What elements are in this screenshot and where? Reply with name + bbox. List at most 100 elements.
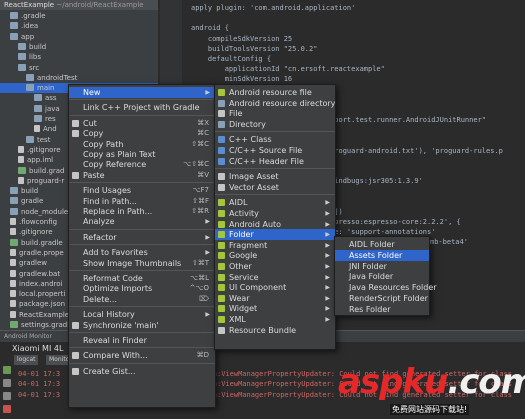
camera-icon[interactable]	[3, 379, 11, 387]
menu-item-label: Show Image Thumbnails	[83, 258, 182, 268]
device-name: Xiaomi MI 4L	[12, 344, 64, 353]
menu-separator	[215, 131, 335, 133]
project-path: ~/android/ReactExample	[56, 1, 144, 9]
folder-icon	[26, 73, 34, 81]
new-android-resource-file[interactable]: Android resource file	[215, 87, 335, 98]
new-aidl[interactable]: AIDL ▶	[215, 197, 335, 208]
new-file[interactable]: File	[215, 108, 335, 119]
ctx-new[interactable]: New ▶	[69, 87, 215, 98]
ctx-replace-in-path[interactable]: Replace in Path... ⇧⌘R	[69, 206, 215, 217]
submenu-arrow-icon: ▶	[325, 316, 330, 323]
new-other[interactable]: Other ▶	[215, 261, 335, 272]
ctx-copy-path[interactable]: Copy Path ⇧⌘C	[69, 139, 215, 150]
ctx-reformat-code[interactable]: Reformat Code ⌥⌘L	[69, 273, 215, 284]
tree-item[interactable]: app	[0, 32, 158, 42]
new-ui-component[interactable]: UI Component ▶	[215, 282, 335, 293]
new-c-c++-header-file[interactable]: C/C++ Header File	[215, 156, 335, 167]
ctx-copy-as-plain-text[interactable]: Copy as Plain Text	[69, 149, 215, 160]
menu-item-label: Paste	[83, 170, 105, 180]
tree-item[interactable]: .idea	[0, 21, 158, 31]
folder-renderscript-folder[interactable]: RenderScript Folder	[335, 293, 429, 304]
tree-item-label: package.json	[19, 300, 66, 309]
new-google[interactable]: Google ▶	[215, 250, 335, 261]
new-c++-class[interactable]: C++ Class	[215, 134, 335, 145]
tree-item[interactable]: .gradle	[0, 11, 158, 21]
menu-separator	[69, 362, 215, 364]
watermark-tagline: 免费网站源码下载站!	[390, 404, 470, 415]
record-icon[interactable]	[3, 392, 11, 400]
ctx-find-in-path[interactable]: Find in Path... ⇧⌘F	[69, 196, 215, 207]
menu-item-label: Link C++ Project with Gradle	[83, 103, 200, 113]
folder-aidl-folder[interactable]: AIDL Folder	[335, 239, 429, 250]
stop-icon[interactable]	[3, 405, 11, 413]
new-wear[interactable]: Wear ▶	[215, 293, 335, 304]
ctx-add-to-favorites[interactable]: Add to Favorites ▶	[69, 247, 215, 258]
cpp-file-icon	[218, 157, 225, 165]
ctx-show-image-thumbnails[interactable]: Show Image Thumbnails ⇧⌘T	[69, 258, 215, 269]
tree-item[interactable]: src	[0, 63, 158, 73]
menu-item-label: AIDL	[229, 198, 248, 208]
tree-item-label: gradlew	[19, 259, 48, 268]
tree-item[interactable]: build	[0, 42, 158, 52]
submenu-arrow-icon: ▶	[325, 220, 330, 228]
new-image-asset[interactable]: Image Asset	[215, 171, 335, 182]
code-line: apply plugin: 'com.android.application'	[191, 4, 356, 12]
ctx-delete[interactable]: Delete... ⌦	[69, 294, 215, 305]
ctx-paste[interactable]: Paste ⌘V	[69, 170, 215, 181]
menu-item-label: Add to Favorites	[83, 248, 148, 258]
new-resource-bundle[interactable]: Resource Bundle	[215, 325, 335, 336]
new-android-resource-directory[interactable]: Android resource directory	[215, 98, 335, 109]
menu-item-label: C++ Class	[229, 135, 272, 145]
tree-item-label: index.androi	[19, 279, 63, 288]
tree-item[interactable]: libs	[0, 52, 158, 62]
ctx-copy[interactable]: Copy ⌘C	[69, 128, 215, 139]
tree-item-label: gradlew.bat	[19, 269, 61, 278]
project-root-header[interactable]: ReactExample ~/android/ReactExample	[0, 0, 158, 10]
ctx-synchronize-main[interactable]: Synchronize 'main'	[69, 320, 215, 331]
ctx-refactor[interactable]: Refactor ▶	[69, 232, 215, 243]
menu-item-label: Local History	[83, 310, 135, 320]
new-c-c++-source-file[interactable]: C/C++ Source File	[215, 145, 335, 156]
folder-java-resources-folder[interactable]: Java Resources Folder	[335, 282, 437, 293]
folder-res-folder[interactable]: Res Folder	[335, 304, 429, 315]
menu-item-label: Copy Path	[83, 139, 124, 149]
new-directory[interactable]: Directory	[215, 119, 335, 130]
copy-icon	[72, 130, 79, 138]
new-android-auto[interactable]: Android Auto ▶	[215, 219, 335, 230]
ctx-find-usages[interactable]: Find Usages ⌥F7	[69, 185, 215, 196]
folder-assets-folder[interactable]: Assets Folder	[335, 249, 429, 261]
bundle-icon	[218, 326, 225, 334]
ctx-cut[interactable]: Cut ⌘X	[69, 118, 215, 129]
new-xml[interactable]: XML ▶	[215, 314, 335, 325]
tab-logcat[interactable]: logcat	[14, 355, 39, 365]
gradle-icon	[10, 321, 18, 328]
new-vector-asset[interactable]: Vector Asset	[215, 182, 335, 193]
run-icon[interactable]	[3, 366, 11, 374]
folder-java-folder[interactable]: Java Folder	[335, 271, 429, 282]
folder-icon	[18, 63, 26, 71]
code-line: buildToolsVersion "25.0.2"	[191, 44, 318, 53]
new-service[interactable]: Service ▶	[215, 272, 335, 283]
device-selector[interactable]: Xiaomi MI 4L	[12, 344, 63, 353]
folder-jni-folder[interactable]: JNI Folder	[335, 261, 429, 272]
new-fragment[interactable]: Fragment ▶	[215, 240, 335, 251]
image-icon	[218, 173, 225, 181]
new-widget[interactable]: Widget ▶	[215, 303, 335, 314]
ctx-local-history[interactable]: Local History ▶	[69, 309, 215, 320]
folder-icon	[26, 84, 34, 92]
folder-icon	[10, 207, 18, 215]
tree-item[interactable]: androidTest	[0, 73, 158, 83]
cut-icon	[72, 119, 79, 127]
ctx-optimize-imports[interactable]: Optimize Imports ^⌥O	[69, 283, 215, 294]
ctx-analyze[interactable]: Analyze ▶	[69, 216, 215, 227]
ctx-copy-reference[interactable]: Copy Reference ⌥⇧⌘C	[69, 159, 215, 170]
log-time: 04-01 17:3	[18, 370, 61, 378]
ctx-reveal-in-finder[interactable]: Reveal in Finder	[69, 335, 215, 346]
new-folder[interactable]: Folder ▶	[215, 229, 335, 241]
new-activity[interactable]: Activity ▶	[215, 208, 335, 219]
menu-item-shortcut: ⌦	[199, 294, 209, 303]
ctx-link-c++-project-with-gradle[interactable]: Link C++ Project with Gradle	[69, 102, 215, 113]
ctx-compare-with[interactable]: Compare With... ⌘D	[69, 350, 215, 361]
ctx-create-gist[interactable]: Create Gist...	[69, 366, 215, 377]
android-icon	[218, 316, 225, 323]
